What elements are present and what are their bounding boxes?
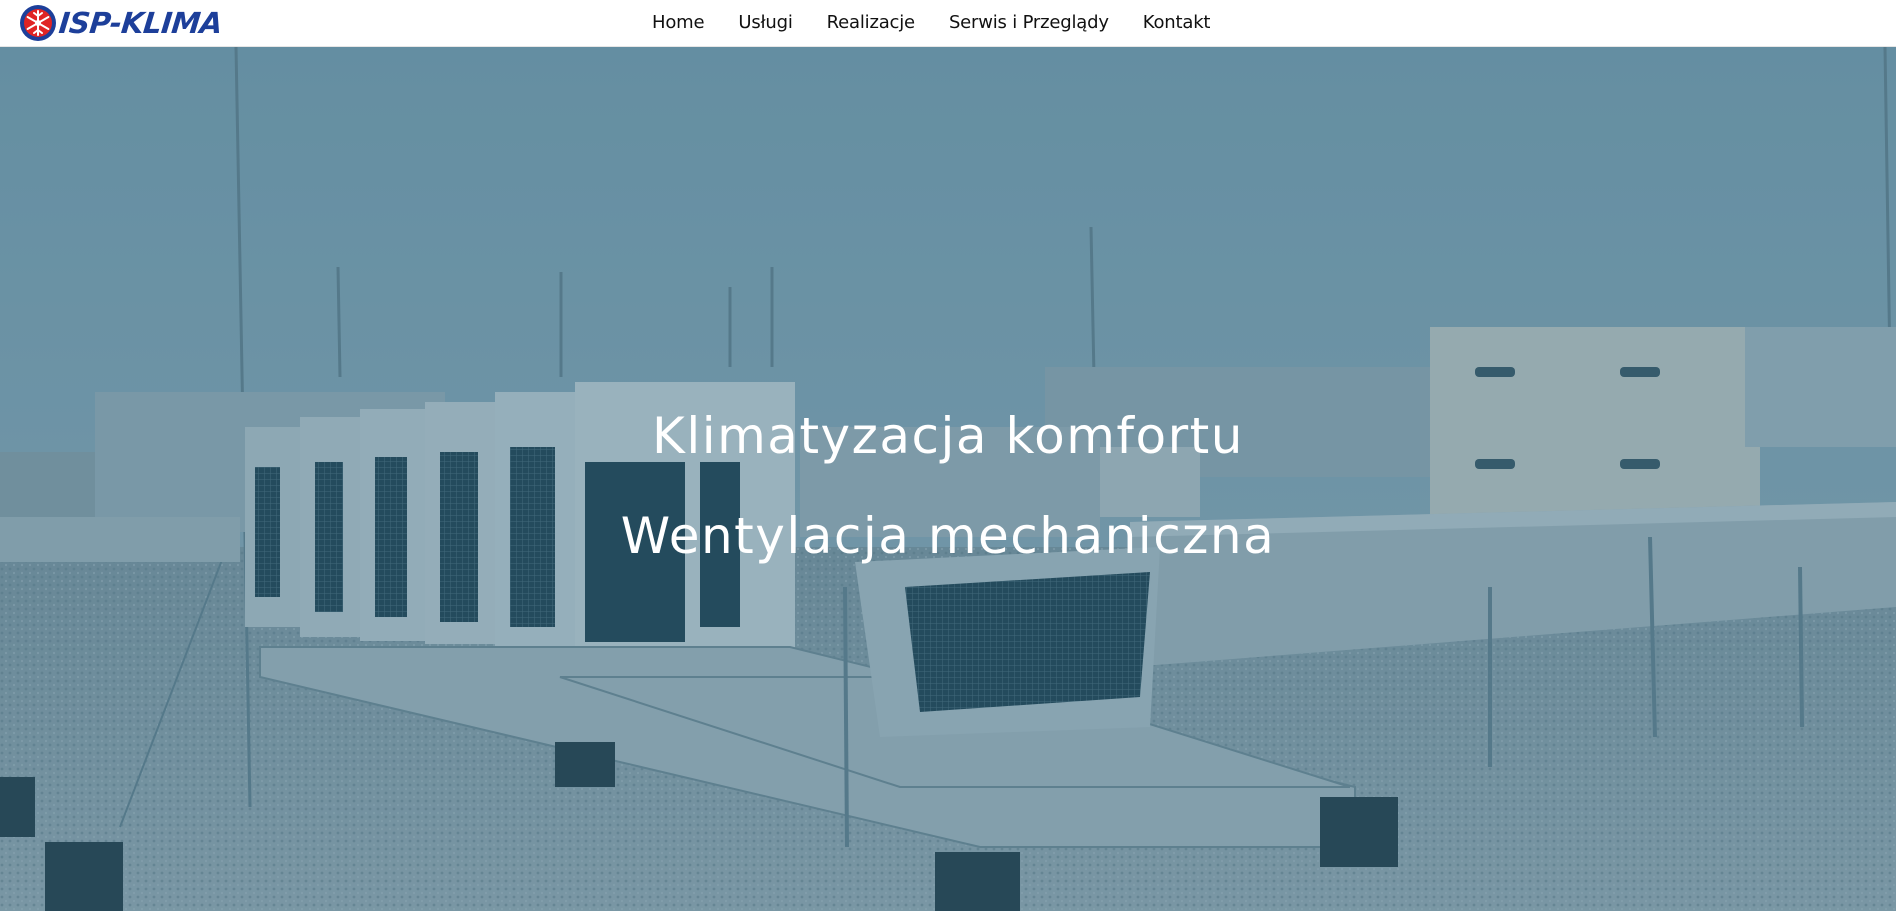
hero-banner: Klimatyzacja komfortu Wentylacja mechani… — [0, 47, 1896, 911]
site-logo[interactable]: ISP-KLIMA — [18, 3, 224, 43]
nav-item-serwis[interactable]: Serwis i Przeglądy — [949, 12, 1109, 33]
site-header: ISP-KLIMA Home Usługi Realizacje Serwis … — [0, 0, 1896, 47]
logo-text: ISP-KLIMA — [57, 6, 224, 40]
nav-item-kontakt[interactable]: Kontakt — [1143, 12, 1211, 33]
snowflake-sun-icon — [20, 5, 56, 41]
main-nav: Home Usługi Realizacje Serwis i Przegląd… — [652, 0, 1210, 44]
hero-heading-primary: Klimatyzacja komfortu — [652, 407, 1244, 465]
hero-overlay — [0, 47, 1896, 911]
nav-item-realizacje[interactable]: Realizacje — [827, 12, 915, 33]
nav-item-uslugi[interactable]: Usługi — [738, 12, 793, 33]
hero-heading-secondary: Wentylacja mechaniczna — [620, 507, 1276, 565]
nav-item-home[interactable]: Home — [652, 12, 705, 33]
